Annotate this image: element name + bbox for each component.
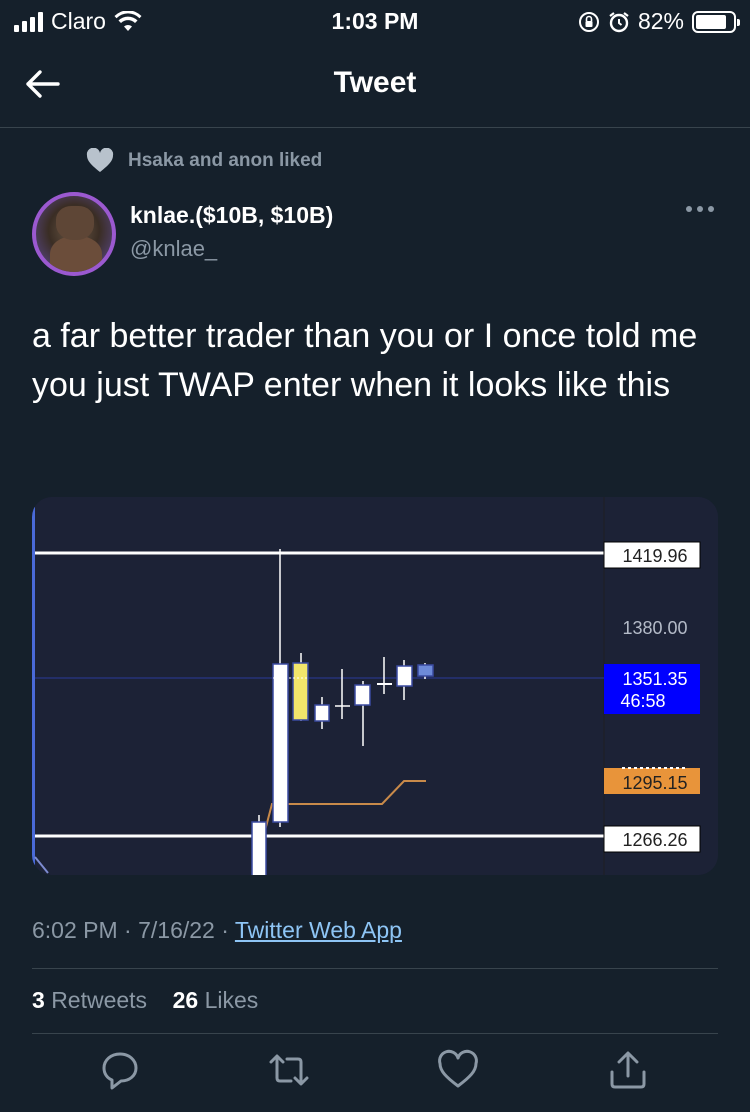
alarm-icon bbox=[609, 11, 629, 32]
status-bar: Claro 1:03 PM 82% bbox=[0, 0, 750, 42]
divider bbox=[32, 968, 718, 969]
price-label-2: 1380.00 bbox=[622, 618, 687, 638]
tweet-date: 7/16/22 bbox=[138, 917, 215, 943]
heart-icon bbox=[86, 148, 114, 172]
price-label-1: 1419.96 bbox=[622, 546, 687, 566]
rotation-lock-icon bbox=[578, 11, 599, 32]
author-handle[interactable]: @knlae_ bbox=[130, 236, 217, 262]
divider bbox=[32, 1033, 718, 1034]
battery-icon bbox=[692, 10, 740, 33]
nav-bar: Tweet bbox=[0, 42, 750, 128]
tweet-media-chart[interactable]: 1419.96 1380.00 1351.35 46:58 1295.15 12… bbox=[32, 497, 718, 875]
tweet-text: a far better trader than you or I once t… bbox=[32, 317, 698, 404]
tweet-stats: 3 Retweets 26 Likes bbox=[32, 987, 258, 1014]
price-label-4: 1295.15 bbox=[622, 773, 687, 793]
retweets-stat[interactable]: 3 Retweets bbox=[32, 987, 147, 1013]
page-title: Tweet bbox=[333, 66, 417, 99]
author-name[interactable]: knlae.($10B, $10B) bbox=[130, 202, 333, 229]
chart-image: 1419.96 1380.00 1351.35 46:58 1295.15 12… bbox=[32, 497, 718, 875]
tweet-actions bbox=[0, 1048, 750, 1098]
reply-icon[interactable] bbox=[98, 1048, 142, 1092]
like-icon[interactable] bbox=[436, 1048, 480, 1092]
share-icon[interactable] bbox=[606, 1048, 650, 1092]
countdown-label: 46:58 bbox=[620, 691, 665, 711]
likes-stat[interactable]: 26 Likes bbox=[173, 987, 259, 1013]
battery-percent: 82% bbox=[637, 8, 684, 34]
tweet-meta: 6:02 PM · 7/16/22 · Twitter Web App bbox=[32, 917, 402, 943]
price-label-3: 1351.35 bbox=[622, 669, 687, 689]
retweet-icon[interactable] bbox=[267, 1048, 311, 1092]
tweet-source-link[interactable]: Twitter Web App bbox=[235, 917, 402, 943]
more-options-icon[interactable] bbox=[686, 206, 714, 212]
tweet-time: 6:02 PM bbox=[32, 917, 118, 943]
social-context[interactable]: Hsaka and anon liked bbox=[86, 148, 322, 174]
price-label-5: 1266.26 bbox=[622, 830, 687, 850]
social-context-label: Hsaka and anon liked bbox=[128, 150, 323, 171]
avatar[interactable] bbox=[32, 192, 116, 276]
